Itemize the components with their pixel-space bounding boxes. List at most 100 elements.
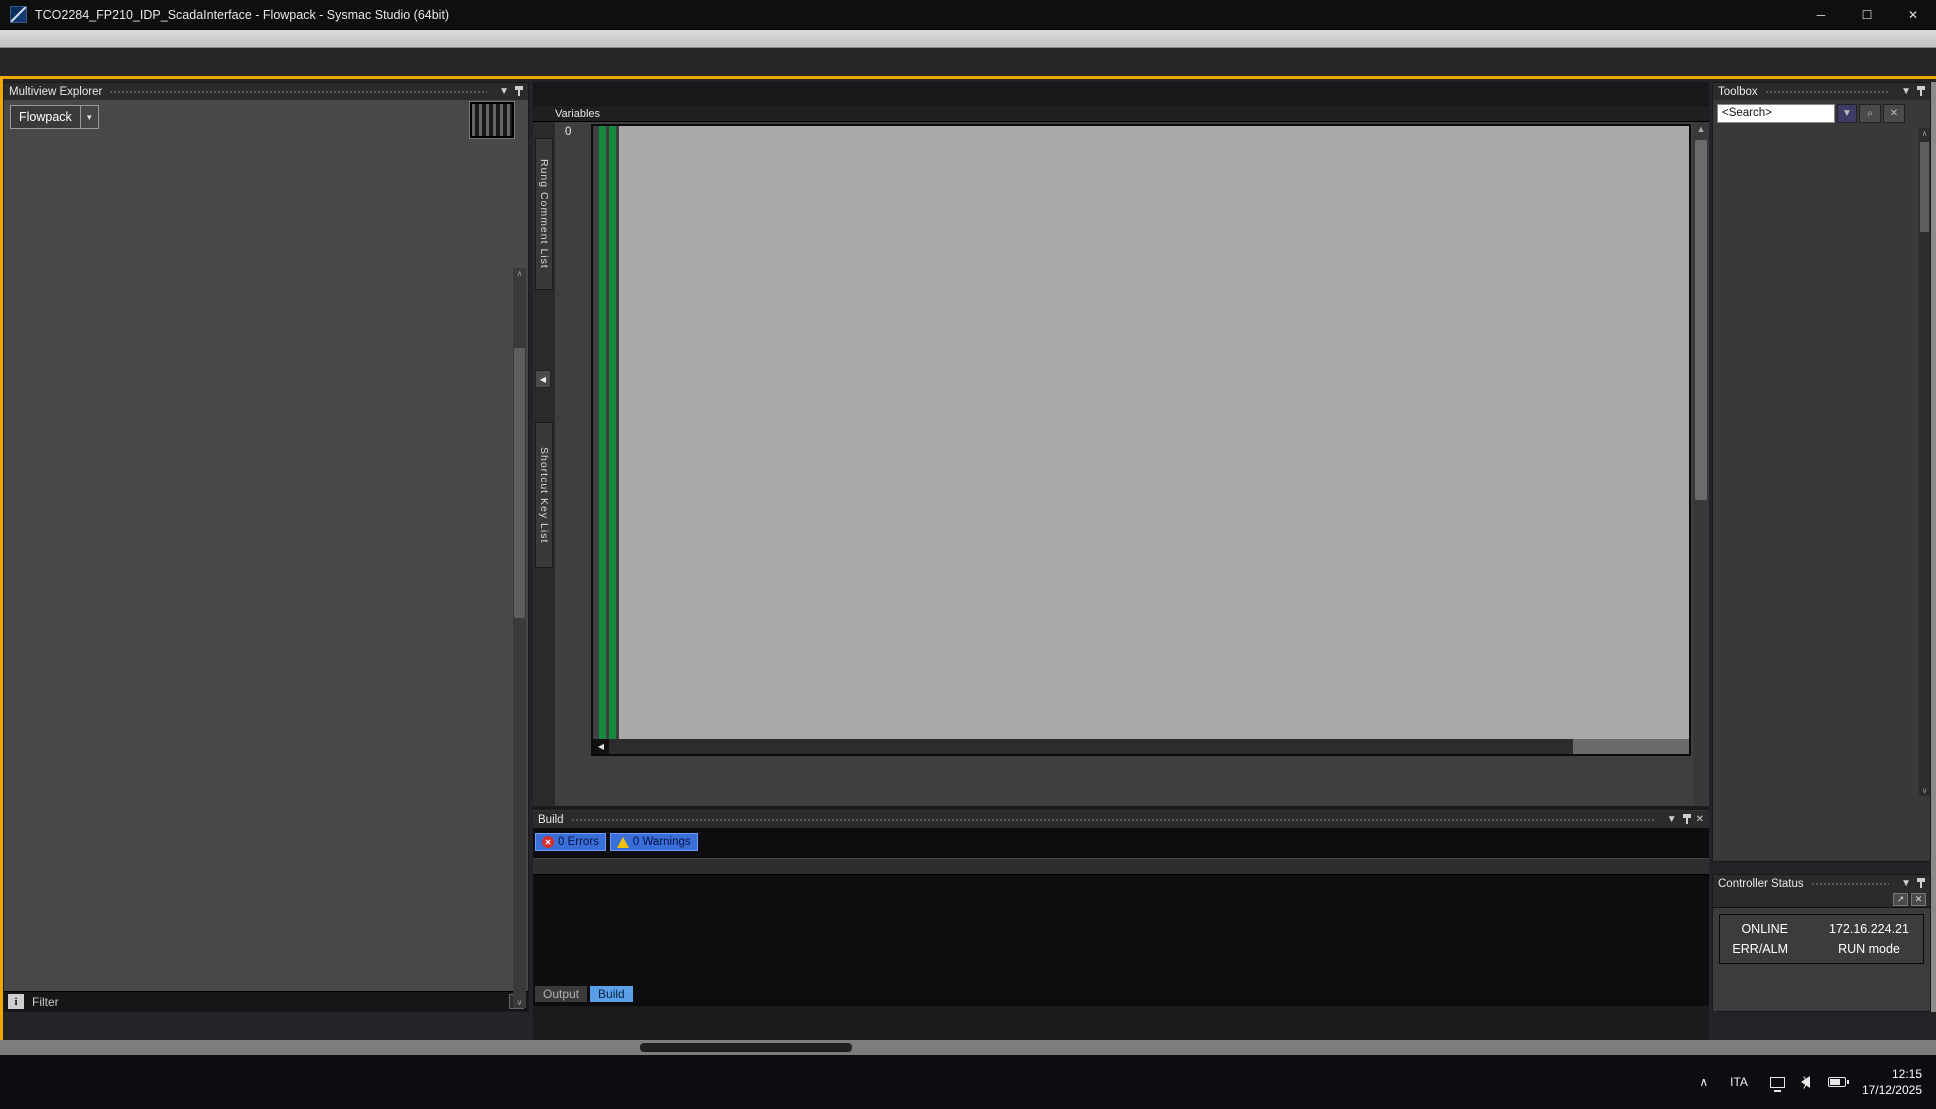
toolbox-panel: Toolbox ▼ ▼ ⌕ ✕ ∧ ∨: [1712, 82, 1931, 862]
search-icon[interactable]: ⌕: [1859, 104, 1881, 123]
network-icon[interactable]: [1770, 1077, 1785, 1088]
hscroll-thumb[interactable]: [609, 739, 1573, 754]
scroll-thumb[interactable]: [1920, 142, 1929, 232]
device-row: Flowpack ▼: [4, 100, 528, 134]
errors-filter-button[interactable]: ✕ 0 Errors: [535, 833, 606, 851]
controller-image: [470, 102, 514, 138]
sysmac-studio-window: TCO2284_FP210_IDP_ScadaInterface - Flowp…: [0, 0, 1936, 1109]
pin-icon[interactable]: [1917, 86, 1925, 97]
device-name: Flowpack: [11, 110, 80, 124]
st-editor-pane: Rung Comment List ◀ Shortcut Key List 0 …: [533, 122, 1709, 806]
device-selector[interactable]: Flowpack ▼: [10, 105, 99, 129]
status-row-erralm: ERR/ALM RUN mode: [1726, 939, 1917, 959]
online-indicator-bar: [0, 76, 1936, 79]
close-button[interactable]: ✕: [1890, 0, 1936, 30]
run-mode: RUN mode: [1821, 942, 1917, 956]
language-indicator[interactable]: ITA: [1730, 1075, 1748, 1089]
panel-menu-icon[interactable]: ▼: [1667, 814, 1677, 825]
panel-menu-icon[interactable]: ▼: [499, 86, 509, 97]
editor-region: Variables Rung Comment List ◀ Shortcut K…: [533, 82, 1709, 1040]
chevron-down-icon[interactable]: ▼: [80, 106, 98, 128]
warnings-count: 0 Warnings: [633, 836, 691, 848]
vscroll-thumb[interactable]: [1695, 140, 1707, 500]
warnings-filter-button[interactable]: 0 Warnings: [610, 833, 698, 851]
pin-icon[interactable]: [1683, 814, 1691, 825]
tray-chevron-icon[interactable]: ∧: [1699, 1075, 1708, 1089]
build-header: Build ▼ ✕: [533, 811, 1709, 828]
window-title: TCO2284_FP210_IDP_ScadaInterface - Flowp…: [35, 8, 449, 22]
chevron-down-icon[interactable]: ▼: [1837, 104, 1857, 123]
controller-status-header: Controller Status ▼: [1713, 875, 1930, 892]
volume-icon[interactable]: [1801, 1076, 1810, 1088]
close-icon[interactable]: ✕: [1696, 814, 1704, 825]
variables-label: Variables: [555, 108, 600, 120]
time: 12:15: [1862, 1066, 1922, 1082]
online-label: ONLINE: [1726, 922, 1788, 936]
windows-taskbar: ∧ ITA 12:15 17/12/2025: [0, 1055, 1936, 1109]
scroll-up-icon[interactable]: ∧: [513, 269, 526, 278]
code-canvas[interactable]: ◀: [591, 124, 1691, 756]
main-toolbar: [0, 48, 1936, 76]
error-icon: ✕: [542, 836, 554, 848]
code-hscrollbar[interactable]: ◀: [593, 739, 1689, 754]
date: 17/12/2025: [1862, 1082, 1922, 1098]
header-dots: [1765, 89, 1889, 95]
scroll-left-icon[interactable]: ◀: [593, 739, 609, 754]
document-tab-bar: [533, 82, 1709, 106]
close-icon[interactable]: ✕: [1911, 893, 1926, 906]
execution-rail: [593, 126, 619, 739]
filter-label: Filter: [32, 995, 59, 1009]
tab-build[interactable]: Build: [590, 986, 633, 1002]
toolbox-header: Toolbox ▼: [1713, 83, 1930, 100]
clear-search-icon[interactable]: ✕: [1883, 104, 1905, 123]
expand-icon[interactable]: ↗: [1893, 893, 1908, 906]
editor-side-strip: Rung Comment List ◀ Shortcut Key List: [533, 122, 555, 806]
code-lines: [619, 126, 1689, 739]
title-bar: TCO2284_FP210_IDP_ScadaInterface - Flowp…: [0, 0, 1936, 30]
scroll-thumb[interactable]: [514, 348, 525, 618]
pin-icon[interactable]: [515, 86, 523, 97]
output-build-tabs: Output Build: [535, 986, 636, 1002]
sysmac-app-icon: [10, 6, 27, 23]
tree-scrollbar[interactable]: ∧ ∨: [513, 268, 526, 1008]
warning-icon: [617, 837, 629, 848]
info-icon: i: [8, 994, 24, 1009]
controller-ip: 172.16.224.21: [1821, 922, 1917, 936]
toolbox-category-list: ∧ ∨: [1713, 126, 1930, 861]
rung-comment-list-tab[interactable]: Rung Comment List: [535, 138, 553, 290]
controller-status-box: ONLINE 172.16.224.21 ERR/ALM RUN mode: [1719, 914, 1924, 964]
project-tree: [4, 134, 528, 958]
build-panel: Build ▼ ✕ ✕ 0 Errors 0 Warnings Output: [533, 810, 1709, 1006]
scroll-down-icon[interactable]: ∨: [513, 998, 526, 1007]
battery-icon[interactable]: [1828, 1077, 1846, 1087]
minimize-button[interactable]: ─: [1798, 0, 1844, 30]
toolbox-scrollbar[interactable]: ∧ ∨: [1919, 128, 1930, 796]
variables-bar[interactable]: Variables: [533, 106, 1709, 122]
menu-bar: [0, 30, 1936, 48]
search-input[interactable]: [1717, 104, 1835, 123]
build-result-row: ✕ 0 Errors 0 Warnings: [533, 828, 1709, 852]
toolbox-search-row: ▼ ⌕ ✕: [1713, 100, 1930, 126]
controller-status-title: Controller Status: [1718, 878, 1804, 890]
build-table-header: [533, 858, 1709, 875]
maximize-button[interactable]: ☐: [1844, 0, 1890, 30]
header-dots: [1811, 881, 1889, 887]
pin-icon[interactable]: [1917, 878, 1925, 889]
scroll-up-icon[interactable]: ∧: [1919, 129, 1930, 138]
header-dots: [109, 89, 487, 95]
tab-output[interactable]: Output: [535, 986, 587, 1002]
scroll-down-icon[interactable]: ∨: [1919, 786, 1930, 795]
collapse-left-icon[interactable]: ◀: [535, 370, 551, 388]
panel-menu-icon[interactable]: ▼: [1901, 86, 1911, 97]
explorer-title: Multiview Explorer: [9, 86, 102, 98]
code-vscrollbar[interactable]: ▲: [1693, 122, 1709, 806]
scroll-up-icon[interactable]: ▲: [1693, 124, 1709, 134]
filter-bar[interactable]: i Filter ↗: [4, 991, 528, 1011]
erralm-indicator: [1800, 944, 1811, 955]
bottom-scroll-thumb[interactable]: [640, 1043, 852, 1052]
panel-menu-icon[interactable]: ▼: [1901, 878, 1911, 889]
rung-number: 0: [565, 126, 571, 138]
shortcut-key-list-tab[interactable]: Shortcut Key List: [535, 422, 553, 568]
clock[interactable]: 12:15 17/12/2025: [1862, 1066, 1922, 1098]
online-indicator: [1800, 924, 1811, 935]
